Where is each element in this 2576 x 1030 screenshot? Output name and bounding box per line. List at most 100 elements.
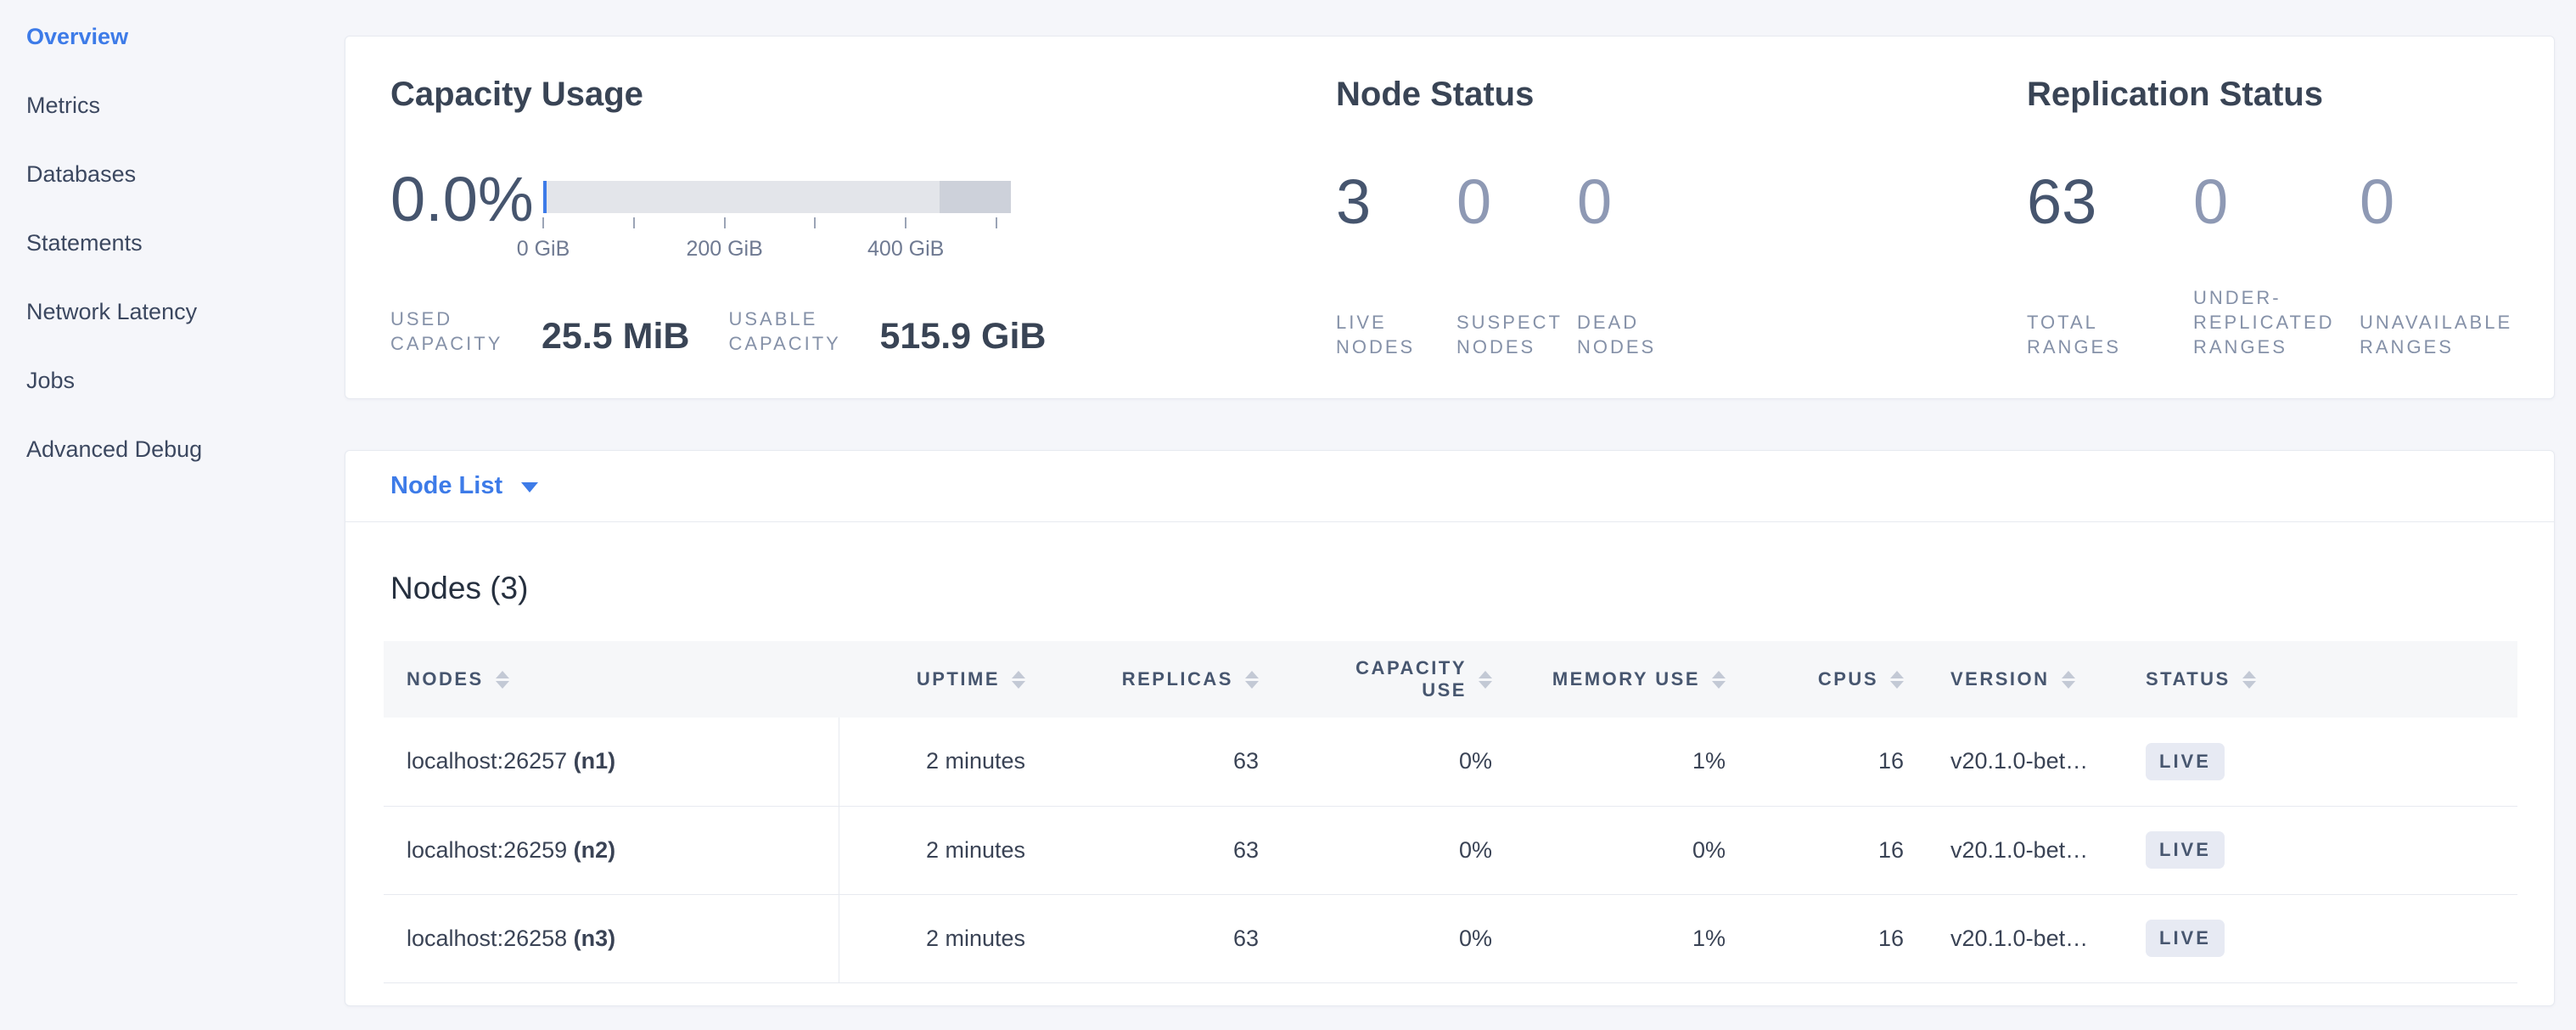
node-address: localhost:26258 xyxy=(407,926,567,951)
sort-descending-icon xyxy=(496,681,509,689)
metric-suspect-nodes: 0SUSPECT NODES xyxy=(1456,166,1577,359)
axis-tick-label: 200 GiB xyxy=(686,237,762,262)
column-header-label: UPTIME xyxy=(917,668,1000,690)
capacity-usage-section: Capacity Usage 0.0% 0 GiB200 GiB400 GiB … xyxy=(390,74,1336,398)
metric-label: TOTAL RANGES xyxy=(2027,310,2188,359)
cell-cpus: 16 xyxy=(1749,806,1928,894)
capacity-usage-title: Capacity Usage xyxy=(390,74,1336,115)
cell-uptime: 2 minutes xyxy=(839,894,1049,982)
cell-replicas: 63 xyxy=(1049,806,1282,894)
sort-descending-icon xyxy=(1890,681,1904,689)
sidebar: Overview Metrics Databases Statements Networ… xyxy=(0,0,345,1030)
sidebar-item-overview[interactable]: Overview xyxy=(26,24,128,49)
table-row[interactable]: localhost:26258 (n3)2 minutes630%1%16v20… xyxy=(384,894,2517,982)
table-header-row: NODES UPTIME REPLICASCAPACITY USE MEMORY US… xyxy=(384,641,2517,718)
column-header-replicas[interactable]: REPLICAS xyxy=(1049,641,1282,718)
main-content: Capacity Usage 0.0% 0 GiB200 GiB400 GiB … xyxy=(345,0,2576,1030)
metric-live-nodes: 3LIVE NODES xyxy=(1336,166,1456,359)
axis-tick xyxy=(633,217,635,228)
cell-memory-use: 0% xyxy=(1516,806,1749,894)
replication-status-metrics: 63TOTAL RANGES0UNDER-REPLICATED RANGES0U… xyxy=(2027,166,2554,359)
status-badge: LIVE xyxy=(2146,743,2225,780)
table-row[interactable]: localhost:26257 (n1)2 minutes630%1%16v20… xyxy=(384,718,2517,806)
sidebar-item-metrics[interactable]: Metrics xyxy=(26,93,100,118)
table-row[interactable]: localhost:26259 (n2)2 minutes630%0%16v20… xyxy=(384,806,2517,894)
node-status-metrics: 3LIVE NODES0SUSPECT NODES0 DEAD NODES xyxy=(1336,166,2027,359)
capacity-stat-usable-capacity: USABLE CAPACITY515.9 GiB xyxy=(728,307,1046,356)
node-list-dropdown-label: Node List xyxy=(390,472,502,500)
chevron-down-icon xyxy=(521,482,538,492)
sort-ascending-icon xyxy=(1712,671,1726,678)
sort-icon xyxy=(1245,671,1259,689)
axis-tick-label: 0 GiB xyxy=(517,237,570,262)
axis-tick xyxy=(724,217,726,228)
metric-label: DEAD NODES xyxy=(1577,310,1698,359)
column-header-label: CPUS xyxy=(1818,668,1878,690)
node-list-dropdown[interactable]: Node List xyxy=(390,472,538,500)
cell-replicas: 63 xyxy=(1049,894,1282,982)
column-header-cpus[interactable]: CPUS xyxy=(1749,641,1928,718)
column-header-status[interactable]: STATUS xyxy=(2123,641,2517,718)
cell-status: LIVE xyxy=(2123,894,2517,982)
sort-ascending-icon xyxy=(1890,671,1904,678)
column-header-memory-use[interactable]: MEMORY USE xyxy=(1516,641,1749,718)
replication-status-title: Replication Status xyxy=(2027,74,2554,115)
cell-nodes: localhost:26259 (n2) xyxy=(384,806,839,894)
cell-replicas: 63 xyxy=(1049,718,1282,806)
sort-icon xyxy=(1712,671,1726,689)
cell-version: v20.1.0-bet… xyxy=(1928,894,2123,982)
sort-descending-icon xyxy=(1479,681,1492,689)
metric-label: UNAVAILABLE RANGES xyxy=(2360,310,2521,359)
metric-value: 0 xyxy=(1577,166,1698,239)
node-address: localhost:26257 xyxy=(407,748,567,774)
table-body: localhost:26257 (n1)2 minutes630%1%16v20… xyxy=(384,718,2517,982)
node-id: (n1) xyxy=(574,748,616,774)
sidebar-item-advanced-debug[interactable]: Advanced Debug xyxy=(26,436,202,462)
cell-capacity-use: 0% xyxy=(1282,894,1516,982)
stat-value: 25.5 MiB xyxy=(542,317,689,356)
axis-tick-label: 400 GiB xyxy=(867,237,944,262)
capacity-bar xyxy=(543,181,1011,213)
sidebar-item-databases[interactable]: Databases xyxy=(26,161,136,187)
metric-label: SUSPECT NODES xyxy=(1456,310,1577,359)
metric-label: UNDER-REPLICATED RANGES xyxy=(2193,285,2354,359)
axis-tick xyxy=(814,217,816,228)
metric-dead-nodes: 0 DEAD NODES xyxy=(1577,166,1698,359)
sort-ascending-icon xyxy=(1012,671,1025,678)
capacity-axis-labels: 0 GiB200 GiB400 GiB xyxy=(543,237,1011,262)
sidebar-nav: Overview Metrics Databases Statements Networ… xyxy=(26,24,345,462)
cell-cpus: 16 xyxy=(1749,718,1928,806)
cell-status: LIVE xyxy=(2123,718,2517,806)
sort-ascending-icon xyxy=(496,671,509,678)
node-status-title: Node Status xyxy=(1336,74,2027,115)
sort-descending-icon xyxy=(1245,681,1259,689)
sort-descending-icon xyxy=(2062,681,2075,689)
nodes-table-section: Nodes (3) NODESUPTIMEREPLICASCAPACITY US… xyxy=(345,522,2554,983)
column-header-nodes[interactable]: NODES xyxy=(384,641,839,718)
column-header-label: MEMORY USE xyxy=(1552,668,1700,690)
axis-tick xyxy=(542,217,544,228)
column-header-version[interactable]: VERSION xyxy=(1928,641,2123,718)
sidebar-item-jobs[interactable]: Jobs xyxy=(26,368,75,393)
metric-under-replicated-ranges: 0 UNDER-REPLICATED RANGES xyxy=(2193,166,2360,359)
sort-icon xyxy=(1012,671,1025,689)
node-status-section: Node Status 3LIVE NODES0SUSPECT NODES0 DE… xyxy=(1336,74,2027,398)
column-header-label: VERSION xyxy=(1950,668,2050,690)
cell-uptime: 2 minutes xyxy=(839,806,1049,894)
sort-descending-icon xyxy=(2242,681,2256,689)
sort-ascending-icon xyxy=(1479,671,1492,678)
metric-value: 0 xyxy=(2193,166,2360,239)
stat-label: USABLE CAPACITY xyxy=(728,307,857,356)
column-header-uptime[interactable]: UPTIME xyxy=(839,641,1049,718)
capacity-stats: USED CAPACITY25.5 MiB USABLE CAPACITY515.… xyxy=(390,307,1336,356)
sidebar-item-network-latency[interactable]: Network Latency xyxy=(26,299,197,324)
capacity-stat-used-capacity: USED CAPACITY25.5 MiB xyxy=(390,307,689,356)
app: Overview Metrics Databases Statements Networ… xyxy=(0,0,2576,1030)
column-header-capacity-use[interactable]: CAPACITY USE xyxy=(1282,641,1516,718)
cell-version: v20.1.0-bet… xyxy=(1928,718,2123,806)
cluster-overview-card: Capacity Usage 0.0% 0 GiB200 GiB400 GiB … xyxy=(345,36,2555,399)
sidebar-item-statements[interactable]: Statements xyxy=(26,230,143,256)
sort-icon xyxy=(496,671,509,689)
capacity-usage-chart: 0.0% 0 GiB200 GiB400 GiB xyxy=(390,166,1336,262)
status-badge: LIVE xyxy=(2146,831,2225,869)
